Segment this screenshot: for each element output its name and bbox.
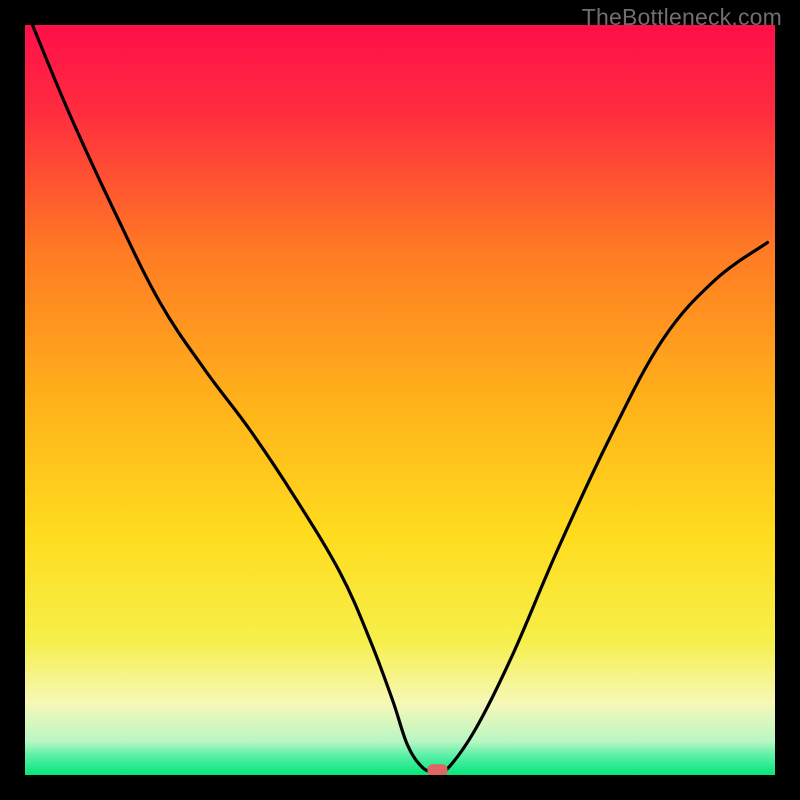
gradient-background xyxy=(25,25,775,775)
chart-frame: TheBottleneck.com xyxy=(0,0,800,800)
bottleneck-plot xyxy=(25,25,775,775)
optimum-marker xyxy=(428,764,448,775)
watermark-text: TheBottleneck.com xyxy=(582,4,782,31)
